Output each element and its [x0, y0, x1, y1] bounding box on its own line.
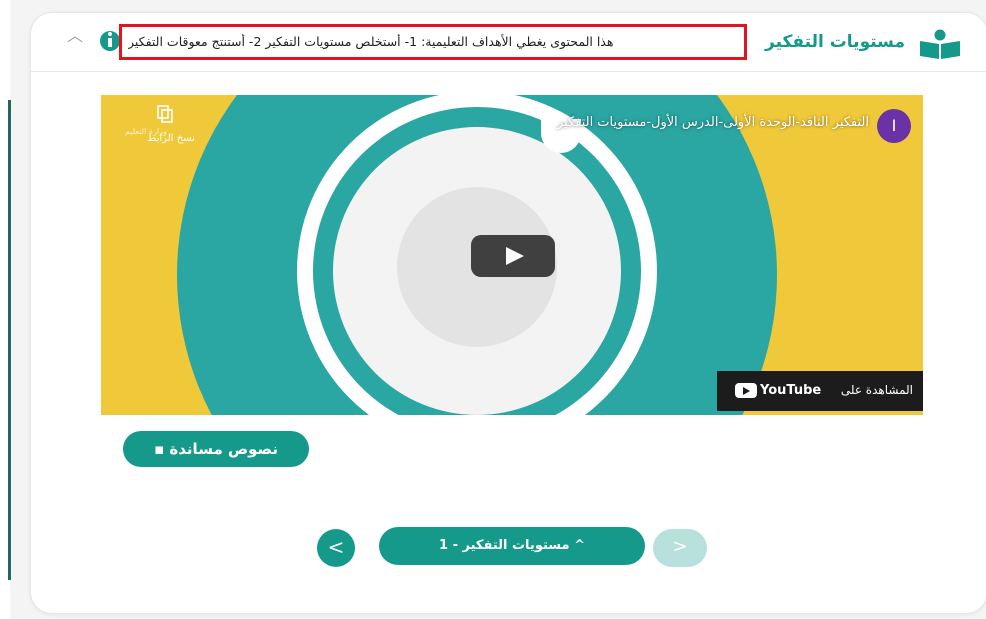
card-header: ︿ هذا المحتوى يغطي الأهداف التعليمية: 1-…: [31, 13, 986, 72]
document-icon: ▪: [154, 440, 170, 458]
reading-person-icon: [920, 29, 960, 59]
next-page-button[interactable]: >: [653, 529, 707, 567]
video-player[interactable]: وزارة التعليم نسخ الرابط I التفكير الناق…: [101, 95, 923, 415]
watch-on-youtube-bar[interactable]: YouTube المشاهدة على: [717, 371, 923, 411]
play-button[interactable]: [471, 235, 555, 277]
learning-objectives-highlight: هذا المحتوى يغطي الأهداف التعليمية: 1- أ…: [119, 24, 747, 60]
collapse-chevron-icon[interactable]: ︿: [67, 27, 85, 45]
current-section-dropdown[interactable]: مستويات التفكير - 1 ^: [379, 527, 645, 565]
youtube-label: YouTube: [760, 383, 822, 398]
copy-link-label: نسخ الرابط: [147, 133, 195, 144]
lesson-card: ︿ هذا المحتوى يغطي الأهداف التعليمية: 1-…: [30, 12, 986, 614]
watch-on-label: المشاهدة على: [840, 383, 913, 397]
play-icon: [506, 247, 524, 265]
copy-link-button[interactable]: وزارة التعليم نسخ الرابط: [111, 105, 211, 155]
previous-page-button[interactable]: <: [317, 529, 355, 567]
video-title[interactable]: التفكير الناقد-الوحدة الأولى-الدرس الأول…: [557, 115, 869, 130]
info-icon: [100, 31, 120, 51]
learning-objectives-text: هذا المحتوى يغطي الأهداف التعليمية: 1- أ…: [128, 34, 614, 49]
channel-avatar[interactable]: I: [877, 109, 911, 143]
youtube-icon: [735, 383, 757, 398]
support-texts-button[interactable]: ▪ نصوص مساندة: [123, 431, 309, 467]
youtube-logo: YouTube: [735, 383, 821, 398]
support-texts-label: نصوص مساندة: [169, 440, 278, 458]
copy-icon: [157, 105, 173, 123]
left-accent-line: [8, 100, 11, 580]
page-title: مستويات التفكير: [765, 32, 905, 52]
